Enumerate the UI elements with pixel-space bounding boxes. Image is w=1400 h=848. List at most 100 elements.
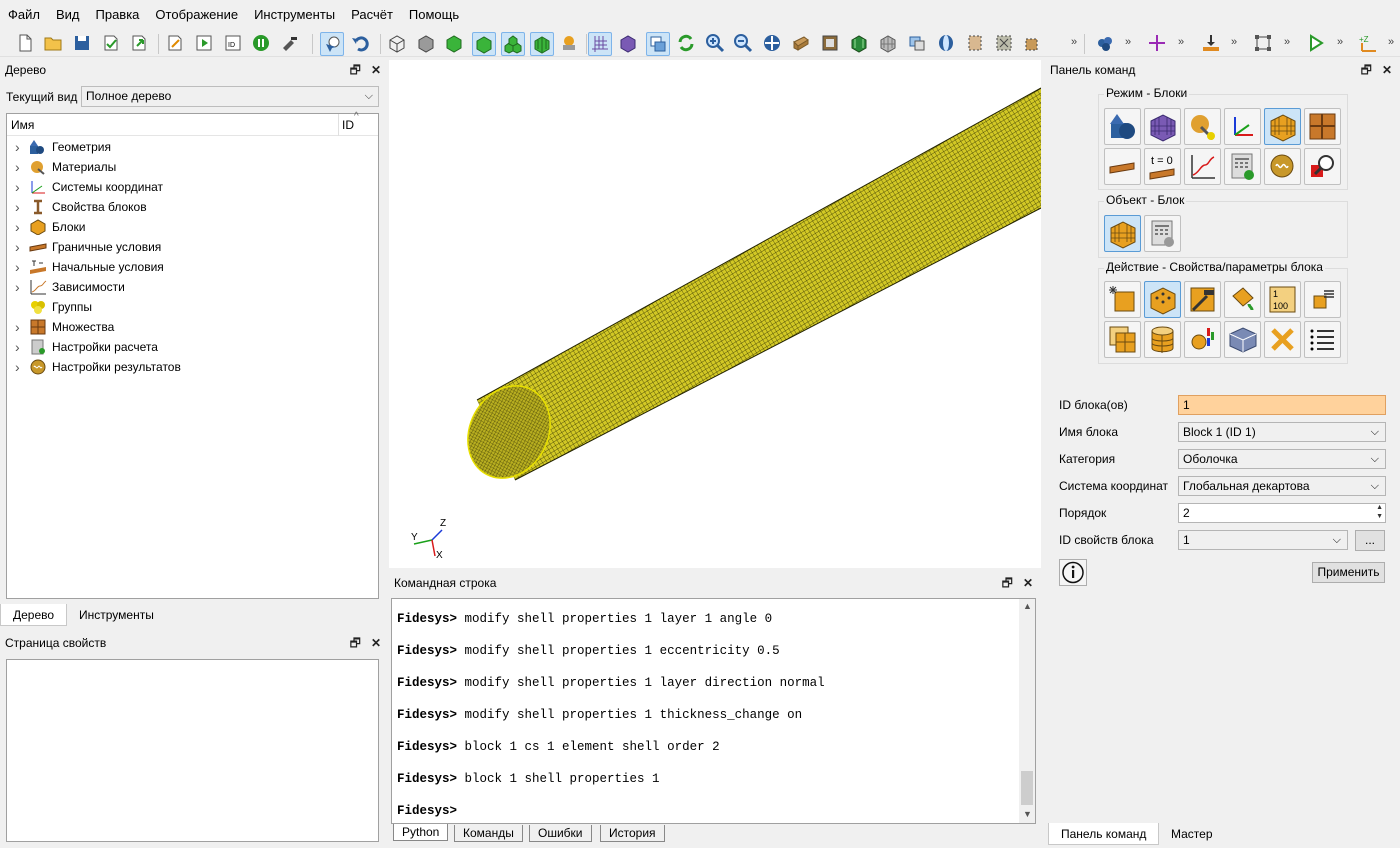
save-as-icon[interactable]: [100, 32, 124, 56]
materials-mode-icon[interactable]: [1184, 108, 1221, 145]
float-icon[interactable]: 🗗: [350, 63, 361, 77]
tab-history[interactable]: История: [600, 825, 665, 842]
inspect-mode-icon[interactable]: [1304, 148, 1341, 185]
chevron-right-icon[interactable]: ›: [15, 357, 29, 377]
purple-box-icon[interactable]: [617, 32, 641, 56]
id-icon[interactable]: ID: [222, 32, 246, 56]
new-file-icon[interactable]: [14, 32, 38, 56]
renumber-block-icon[interactable]: 1 100: [1264, 281, 1301, 318]
tree-item[interactable]: › Блоки: [15, 217, 86, 237]
spin-arrows-icon[interactable]: ▲ ▼: [1376, 503, 1383, 521]
scroll-up-icon[interactable]: ▲: [1023, 601, 1032, 611]
mesh-green-icon[interactable]: [848, 32, 872, 56]
chevron-right-icon[interactable]: ›: [15, 277, 29, 297]
refresh-icon[interactable]: [675, 32, 699, 56]
box-view-icon[interactable]: [790, 32, 814, 56]
windows-icon[interactable]: [646, 32, 670, 56]
tab-python[interactable]: Python: [393, 824, 449, 841]
chevron-right-icon[interactable]: ›: [15, 257, 29, 277]
apply-button[interactable]: Применить: [1312, 562, 1385, 583]
tree-item[interactable]: › Настройки расчета: [15, 337, 158, 357]
delete-block-icon[interactable]: [1264, 321, 1301, 358]
tab-tools[interactable]: Инструменты: [67, 604, 166, 626]
close-icon[interactable]: ✕: [1382, 63, 1392, 77]
chevron-right-icon[interactable]: ›: [15, 317, 29, 337]
chevron-right-icon[interactable]: ›: [15, 217, 29, 237]
col-id-header[interactable]: ID: [342, 118, 354, 132]
mesh-gray-icon[interactable]: [877, 32, 901, 56]
transparency-icon[interactable]: [906, 32, 930, 56]
cs-mode-icon[interactable]: [1224, 108, 1261, 145]
select-mode-icon[interactable]: [320, 32, 344, 56]
float-icon[interactable]: 🗗: [1002, 576, 1013, 590]
geometry-mode-icon[interactable]: [1104, 108, 1141, 145]
open-folder-icon[interactable]: [42, 32, 66, 56]
load-icon[interactable]: [1200, 32, 1224, 56]
tree-item[interactable]: › Материалы: [15, 157, 116, 177]
order-spinbox[interactable]: 2 ▲ ▼: [1178, 503, 1386, 523]
chevron-right-icon[interactable]: ›: [15, 337, 29, 357]
chevron-right-icon[interactable]: ›: [15, 177, 29, 197]
tree-item[interactable]: › Граничные условия: [15, 237, 161, 257]
blocks-mode-icon[interactable]: [1264, 108, 1301, 145]
tree-item[interactable]: › Множества: [15, 317, 114, 337]
run-script-icon[interactable]: [193, 32, 217, 56]
multi-volume-icon[interactable]: [501, 32, 525, 56]
tree-item[interactable]: › Настройки результатов: [15, 357, 181, 377]
nodes-frame-icon[interactable]: [1252, 32, 1276, 56]
green-cube-icon[interactable]: [443, 32, 467, 56]
tab-errors[interactable]: Ошибки: [529, 825, 592, 842]
cs-select[interactable]: Глобальная декартова ⌵: [1178, 476, 1386, 496]
script-edit-icon[interactable]: [164, 32, 188, 56]
export-icon[interactable]: [128, 32, 152, 56]
tab-wizard[interactable]: Мастер: [1159, 823, 1225, 845]
tab-command-panel[interactable]: Панель команд: [1048, 823, 1160, 845]
chevron-right-icon[interactable]: ›: [15, 137, 29, 157]
category-select[interactable]: Оболочка ⌵: [1178, 449, 1386, 469]
modify-block-icon[interactable]: [1184, 281, 1221, 318]
cylinder-block-icon[interactable]: [1144, 321, 1181, 358]
initial-cond-mode-icon[interactable]: t = 0: [1144, 148, 1181, 185]
zoom-in-icon[interactable]: [704, 32, 728, 56]
block-view-icon[interactable]: [1224, 321, 1261, 358]
scroll-thumb[interactable]: [1021, 771, 1033, 805]
calc-settings-mode-icon[interactable]: [1224, 148, 1261, 185]
block-name-select[interactable]: Block 1 (ID 1) ⌵: [1178, 422, 1386, 442]
mesh-cube-icon[interactable]: [530, 32, 554, 56]
float-icon[interactable]: 🗗: [1361, 63, 1372, 77]
close-icon[interactable]: ✕: [371, 63, 381, 77]
viewport-3d[interactable]: Y Z X: [389, 60, 1041, 568]
axis-z-icon[interactable]: +Z: [1357, 32, 1381, 56]
close-icon[interactable]: ✕: [1023, 576, 1033, 590]
tree-item[interactable]: › Системы координат: [15, 177, 163, 197]
menu-display[interactable]: Отображение: [147, 0, 246, 30]
crop-icon[interactable]: [993, 32, 1017, 56]
mesh-mode-icon[interactable]: [1144, 108, 1181, 145]
results-mode-icon[interactable]: [1264, 148, 1301, 185]
tab-commands[interactable]: Команды: [454, 825, 523, 842]
tree-item[interactable]: › Начальные условия: [15, 257, 164, 277]
split-block-icon[interactable]: [1104, 321, 1141, 358]
menu-view[interactable]: Вид: [48, 0, 88, 30]
save-icon[interactable]: [71, 32, 95, 56]
pan-icon[interactable]: [761, 32, 785, 56]
group-objects-icon[interactable]: [558, 32, 582, 56]
block-properties-icon[interactable]: [1144, 281, 1181, 318]
cross-point-icon[interactable]: [1146, 32, 1170, 56]
props-id-select[interactable]: 1 ⌵: [1178, 530, 1348, 550]
wireframe-cube-icon[interactable]: [386, 32, 410, 56]
shading-icon[interactable]: [935, 32, 959, 56]
tree-item[interactable]: › Геометрия: [15, 137, 111, 157]
browse-button[interactable]: ...: [1355, 530, 1385, 551]
block-object-icon[interactable]: [1104, 215, 1141, 252]
volume-select-icon[interactable]: [472, 32, 496, 56]
pause-icon[interactable]: [250, 32, 274, 56]
float-icon[interactable]: 🗗: [350, 636, 361, 650]
menu-tools[interactable]: Инструменты: [246, 0, 343, 30]
menu-file[interactable]: Файл: [0, 0, 48, 30]
block-ids-input[interactable]: 1: [1178, 395, 1386, 415]
build-icon[interactable]: [279, 32, 303, 56]
section-icon[interactable]: [1022, 32, 1046, 56]
grid-axes-icon[interactable]: [588, 32, 612, 56]
scrollbar[interactable]: ▲ ▼: [1019, 599, 1035, 823]
